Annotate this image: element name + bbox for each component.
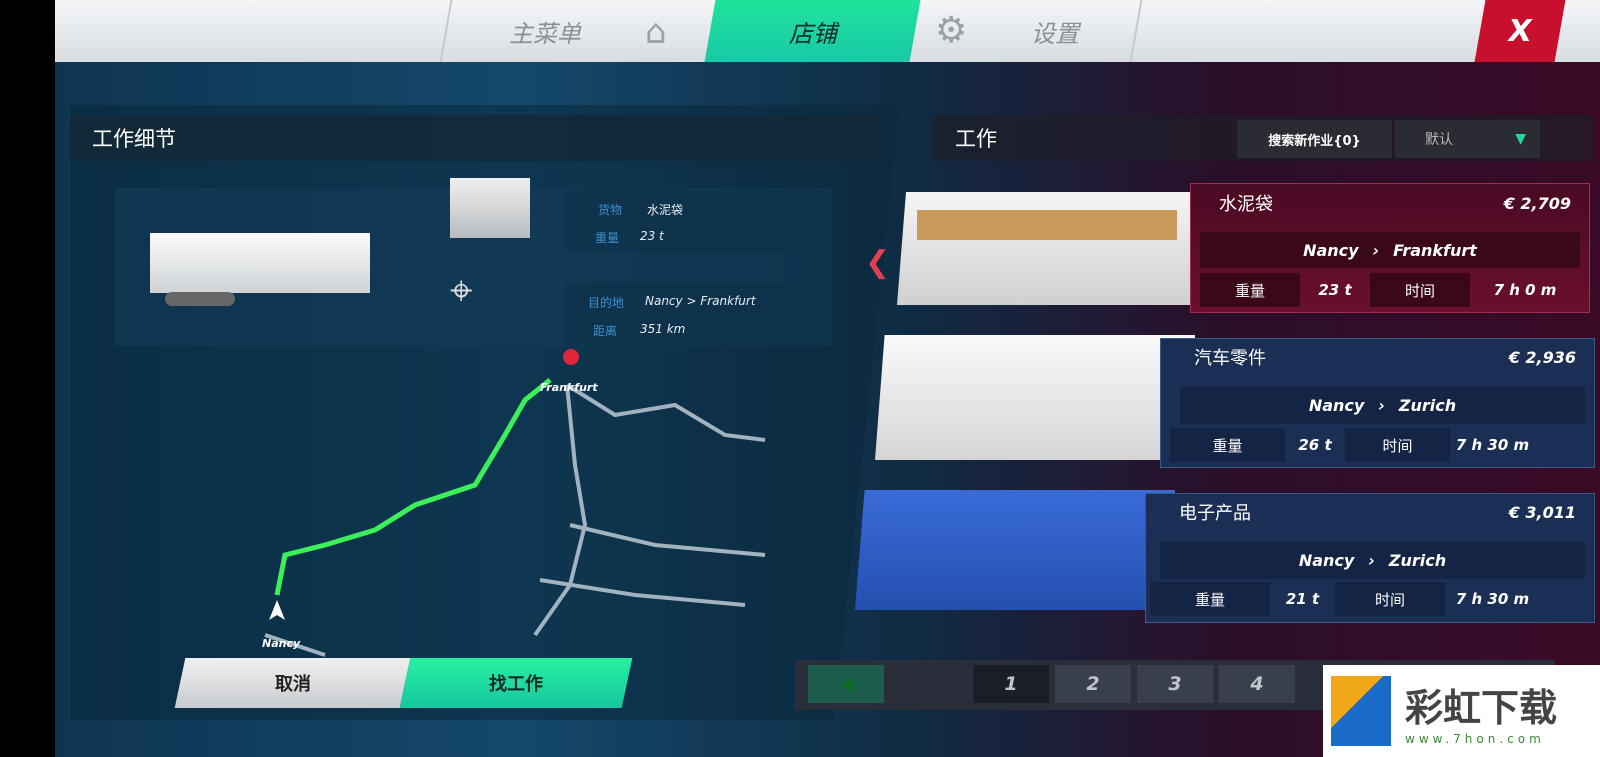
tab-settings[interactable]: 设置 <box>985 0 1125 62</box>
jobs-title-text: 工作 <box>955 127 997 151</box>
cargo-label: 货物 <box>598 203 623 217</box>
nav-tabs-1-label-text: 店铺 <box>788 19 837 48</box>
trailer-image <box>150 233 370 293</box>
jobs-time_label-text: 时间 <box>1345 428 1450 462</box>
destination-value: Nancy > Frankfurt <box>645 294 756 308</box>
tab-main-menu[interactable]: 主菜单 <box>455 0 635 62</box>
jobs-items-2-from-text: Nancy <box>1298 551 1355 570</box>
weight-value: 23 t <box>640 229 664 243</box>
prev-arrow-icon[interactable]: ❮ <box>865 245 890 280</box>
top-nav: 主菜单 ⌂ 店铺 ⚙ 设置 X <box>55 0 1600 62</box>
jobs-items-1-weight-text: 26 t <box>1298 436 1332 454</box>
sort-dropdown[interactable]: 默认 ▼ <box>1395 120 1540 158</box>
nav-close_label-text: X <box>1505 13 1535 49</box>
weight-label: 重量 <box>595 231 620 245</box>
nav-tabs-2-label-text: 设置 <box>1031 19 1079 48</box>
flatbed-trailer-image <box>897 192 1197 305</box>
jobs-items-2-to-text: Zurich <box>1388 551 1447 570</box>
blue-curtain-trailer-image <box>855 490 1175 610</box>
jobs-items-2-weight-text: 21 t <box>1285 590 1320 608</box>
destination-label: 目的地 <box>588 296 625 310</box>
home-icon: ⌂ <box>645 12 667 52</box>
jobs-items-1-time-text: 7 h 30 m <box>1455 436 1530 454</box>
gear-icon: ⚙ <box>935 10 968 51</box>
jobs-weight_label-text: 重量 <box>1170 428 1285 462</box>
details-title: 工作细节 <box>70 115 880 161</box>
watermark-logo-icon <box>1331 676 1391 746</box>
jobs-time_label-text: 时间 <box>1370 273 1470 307</box>
route-map: Frankfurt Nancy <box>262 349 766 657</box>
jobs-items-2-cargo-text: 电子产品 <box>1179 503 1251 524</box>
route-pin-icon: ⌖ <box>450 268 473 314</box>
chevron-down-icon: ▼ <box>1515 131 1526 147</box>
game-screen: 主菜单 ⌂ 店铺 ⚙ 设置 X 工作细节 货物 水泥袋 重量 23 t ⌖ 目的… <box>55 0 1600 757</box>
page-button-3[interactable]: 3 <box>1137 665 1213 703</box>
details-title-text: 工作细节 <box>92 127 176 151</box>
watermark: 彩虹下载 www.7hon.com <box>1323 665 1600 757</box>
jobs-items-1-price-text: € 2,936 <box>1508 347 1576 367</box>
details-cancel-text: 取消 <box>274 674 311 695</box>
jobs-items-0-to-text: Frankfurt <box>1393 240 1477 260</box>
details-find-text: 找工作 <box>489 674 543 695</box>
page-button-4[interactable]: 4 <box>1219 665 1295 703</box>
jobs-weight_label-text: 重量 <box>1200 273 1300 307</box>
jobs-items-0-cargo-text: 水泥袋 <box>1219 194 1273 215</box>
arrow-right-icon: › <box>1368 551 1375 570</box>
search-jobs-button[interactable]: 搜索新作业{0} <box>1237 120 1392 158</box>
cargo-value: 水泥袋 <box>647 203 684 217</box>
page-button-1[interactable]: 1 <box>973 665 1049 703</box>
distance-label: 距离 <box>593 324 618 338</box>
jobs-time_label-text: 时间 <box>1335 582 1445 616</box>
distance-value: 351 km <box>640 322 686 336</box>
jobs-items-0-weight-text: 23 t <box>1318 281 1352 299</box>
curtain-trailer-image <box>875 335 1195 460</box>
destination-pin-icon <box>563 349 579 365</box>
tab-label: 主菜单 <box>509 19 581 48</box>
jobs-items-0-time-text: 7 h 0 m <box>1493 281 1557 299</box>
jobs-items-2-price-text: € 3,011 <box>1508 502 1576 522</box>
tab-shop[interactable]: 店铺 <box>704 0 921 62</box>
jobs-items-0-from-text: Nancy <box>1303 240 1359 260</box>
jobs-sort-text: 默认 <box>1425 132 1453 148</box>
arrow-right-icon: › <box>1372 240 1380 260</box>
find-job-button[interactable]: 找工作 <box>399 658 633 708</box>
jobs-items-1-cargo-text: 汽车零件 <box>1194 348 1266 369</box>
map-start-label: Nancy <box>262 637 301 650</box>
map-end-label: Frankfurt <box>540 381 598 394</box>
close-button[interactable]: X <box>1474 0 1566 62</box>
watermark-url-text: www.7hon.com <box>1405 731 1545 746</box>
cancel-button[interactable]: 取消 <box>174 658 411 708</box>
cargo-boxes-icon <box>450 178 530 238</box>
jobs-items-1-from-text: Nancy <box>1308 396 1365 415</box>
trailer-wheels <box>165 292 235 306</box>
page-button-2[interactable]: 2 <box>1055 665 1131 703</box>
jobs-items-1-to-text: Zurich <box>1398 396 1457 415</box>
watermark-text-text: 彩虹下载 <box>1405 685 1558 730</box>
player-marker-icon <box>269 600 285 620</box>
jobs-weight_label-text: 重量 <box>1150 582 1270 616</box>
jobs-items-0-price-text: € 2,709 <box>1503 193 1571 213</box>
page-prev-button[interactable]: ◀ <box>808 665 884 703</box>
jobs-search-text: 搜索新作业{0} <box>1268 133 1361 149</box>
arrow-right-icon: › <box>1378 396 1385 415</box>
jobs-items-2-time-text: 7 h 30 m <box>1455 590 1530 608</box>
